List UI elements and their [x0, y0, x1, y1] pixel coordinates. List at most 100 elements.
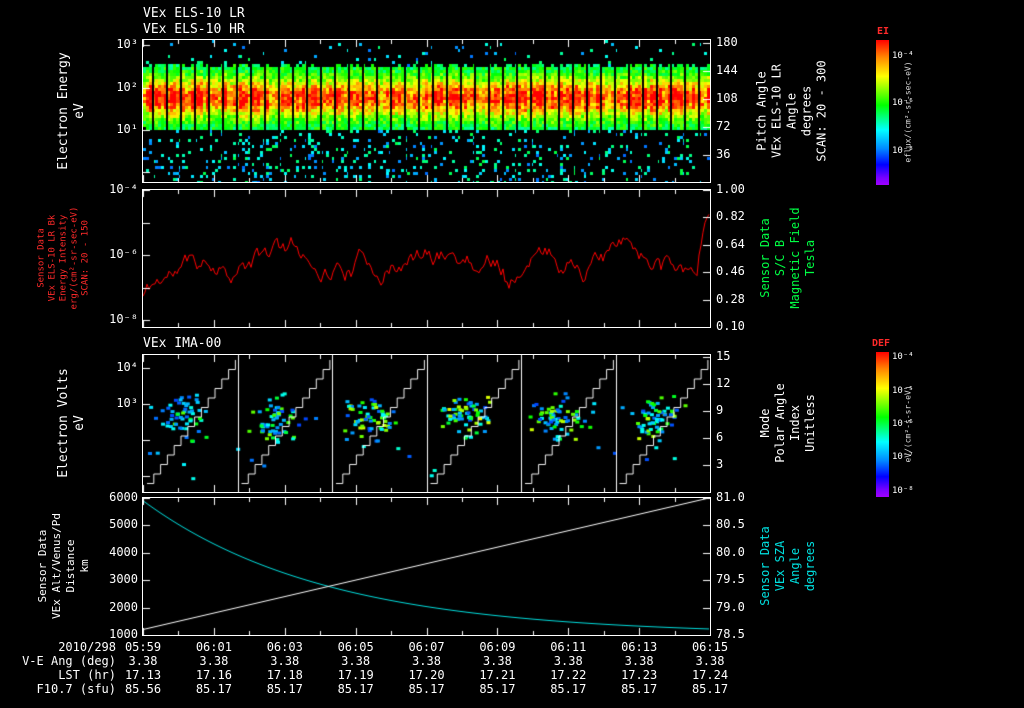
table-value: 3.38	[412, 654, 441, 668]
p4-left-tick: 2000	[109, 599, 138, 614]
table-value: 17.20	[408, 668, 445, 682]
p2-right-tick: 0.46	[716, 264, 745, 279]
table-value: 85.17	[621, 682, 658, 696]
time-label: 06:15	[691, 640, 729, 654]
table-row-label: V-E Ang (deg)	[22, 654, 116, 668]
els-spectrogram-panel	[142, 39, 711, 183]
table-value: 3.38	[624, 654, 654, 668]
time-label: 06:03	[266, 640, 303, 654]
table-value: 17.22	[550, 668, 587, 682]
p2-right-tick: 0.64	[716, 236, 745, 251]
p2-right-tick: 1.00	[716, 182, 745, 196]
table-value: 85.17	[550, 682, 587, 696]
p1-left-tick: 10²	[116, 79, 138, 94]
plot-page: VEx ELS-10 LR VEx ELS-10 HR VEx IMA-00 E…	[0, 0, 1024, 708]
p3-left-tick: 10⁴	[116, 360, 138, 374]
time-label: 05:59	[124, 640, 162, 654]
ei-colorbar-title: EI	[877, 26, 890, 37]
table-value: 17.19	[337, 668, 374, 682]
bk-intensity-panel	[142, 189, 711, 328]
panel3-right-label: Mode Polar Angle Index Unitless	[758, 383, 817, 463]
p4-right-tick: 80.5	[716, 517, 745, 532]
ei-colorbar-tick: 10⁻⁶	[892, 98, 914, 109]
panel1-ylabel: Electron Energy eV	[56, 52, 87, 170]
time-label: 06:05	[337, 640, 374, 654]
table-value: 17.24	[691, 668, 729, 682]
table-value: 3.38	[341, 654, 371, 668]
bk-intensity-canvas	[143, 190, 710, 327]
def-colorbar-tick: 10⁻⁷	[892, 452, 914, 463]
table-value: 3.38	[553, 654, 583, 668]
p2-left-tick: 10⁻⁴	[109, 182, 138, 196]
p4-right-tick: 79.5	[716, 572, 745, 587]
table-row-label: LST (hr)	[58, 668, 116, 682]
p1-right-tick: 108	[716, 90, 738, 105]
table-value: 85.17	[691, 682, 729, 696]
p1-right-tick: 180	[716, 34, 738, 49]
p1-left-tick: 10³	[116, 36, 138, 51]
panel2-right-label: Sensor Data S/C B Magnetic Field Tesla	[758, 207, 817, 309]
panel4-right-label: Sensor Data VEx SZA Angle degrees	[758, 526, 817, 606]
p3-right-tick: 3	[716, 457, 724, 471]
ei-colorbar-tick: 10⁻⁴	[892, 50, 914, 61]
panel1-title-hr: VEx ELS-10 HR	[143, 22, 245, 37]
table-row-label: F10.7 (sfu)	[36, 682, 116, 696]
table-value: 17.13	[124, 668, 162, 682]
def-colorbar-tick: 10⁻⁵	[892, 385, 914, 396]
p2-right-tick: 0.82	[716, 209, 745, 224]
p4-right-tick: 79.0	[716, 599, 745, 614]
table-value: 3.38	[695, 654, 725, 668]
altitude-sza-canvas	[143, 498, 710, 635]
p4-left-tick: 5000	[109, 517, 138, 532]
panel1-title-lr: VEx ELS-10 LR	[143, 6, 245, 21]
p4-left-tick: 6000	[109, 490, 138, 504]
table-value: 85.56	[124, 682, 162, 696]
p2-left-tick: 10⁻⁸	[109, 312, 138, 327]
table-value: 3.38	[199, 654, 229, 668]
els-spectrogram-canvas	[143, 40, 710, 182]
table-value: 85.17	[266, 682, 303, 696]
time-label: 06:13	[621, 640, 658, 654]
p1-left-tick: 10¹	[116, 122, 138, 137]
p3-right-tick: 15	[716, 349, 731, 364]
p3-right-tick: 9	[716, 403, 724, 418]
def-colorbar-tick: 10⁻⁸	[892, 485, 914, 496]
p2-right-tick: 0.10	[716, 319, 745, 333]
p1-right-tick: 72	[716, 119, 731, 134]
table-value: 3.38	[128, 654, 158, 668]
p3-left-tick: 10³	[116, 396, 138, 411]
date-label: 2010/298	[58, 640, 116, 654]
p4-right-tick: 80.0	[716, 544, 745, 559]
table-value: 17.16	[195, 668, 232, 682]
p2-left-tick: 10⁻⁶	[109, 247, 138, 262]
table-value: 3.38	[482, 654, 512, 668]
p4-right-tick: 78.5	[716, 627, 745, 641]
table-value: 17.18	[266, 668, 303, 682]
def-colorbar-tick: 10⁻⁶	[892, 419, 914, 430]
table-value: 85.17	[479, 682, 516, 696]
time-label: 06:09	[479, 640, 516, 654]
table-value: 85.17	[408, 682, 445, 696]
def-colorbar	[876, 352, 889, 497]
altitude-sza-panel	[142, 497, 711, 636]
time-label: 06:11	[550, 640, 587, 654]
table-value: 17.21	[479, 668, 516, 682]
time-label: 06:01	[195, 640, 232, 654]
ei-colorbar-tick: 10⁻⁸	[892, 146, 914, 157]
p3-right-tick: 6	[716, 430, 724, 445]
def-colorbar-tick: 10⁻⁴	[892, 352, 914, 363]
p4-right-tick: 81.0	[716, 490, 745, 504]
table-value: 85.17	[337, 682, 374, 696]
panel3-title: VEx IMA-00	[143, 336, 222, 351]
p3-right-tick: 12	[716, 376, 731, 391]
ei-colorbar	[876, 40, 889, 185]
p1-right-tick: 36	[716, 147, 731, 162]
p1-right-tick: 144	[716, 62, 738, 77]
p2-right-tick: 0.28	[716, 291, 745, 306]
def-colorbar-title: DEF	[872, 338, 891, 349]
panel3-ylabel: Electron Volts eV	[56, 368, 87, 478]
table-value: 85.17	[195, 682, 232, 696]
time-label: 06:07	[408, 640, 445, 654]
p4-left-tick: 4000	[109, 544, 138, 559]
ima-spectrogram-panel	[142, 354, 711, 493]
